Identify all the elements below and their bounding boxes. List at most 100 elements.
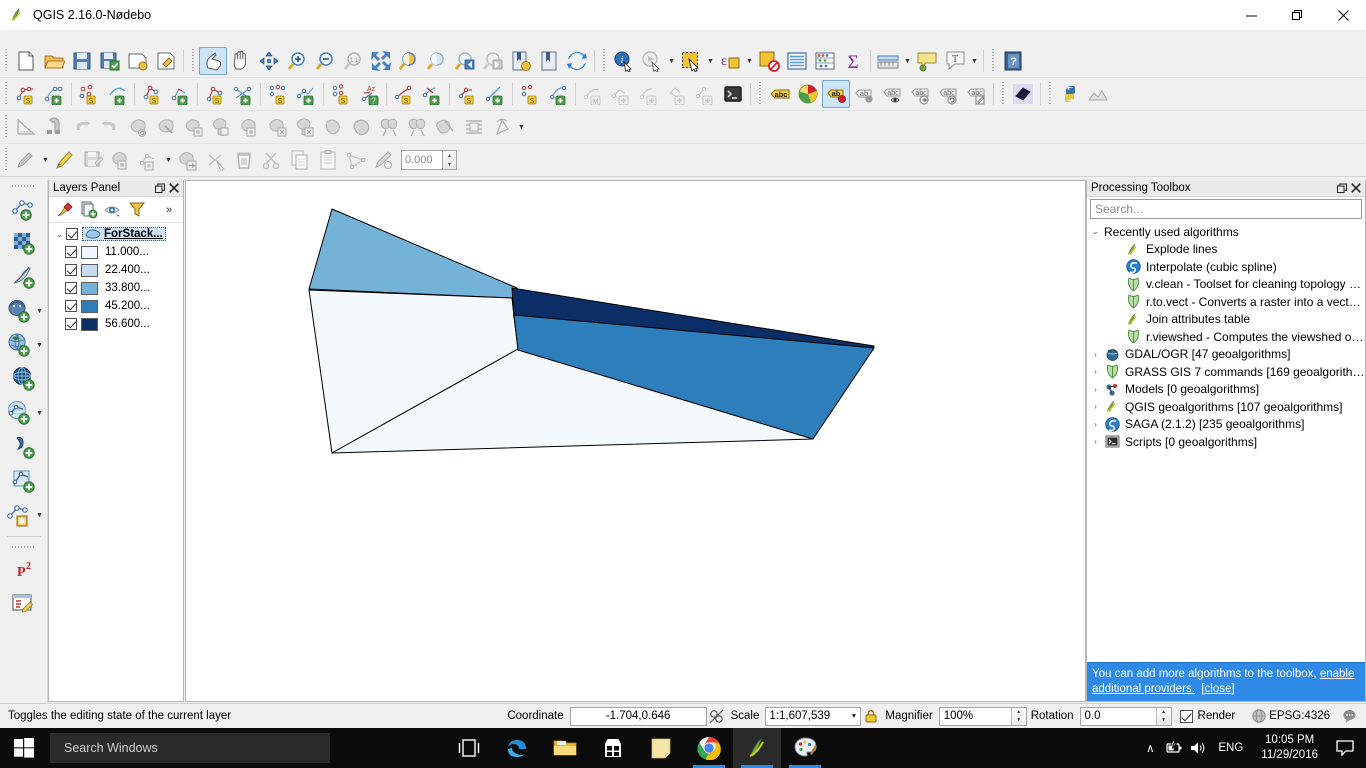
pan-to-selection-icon[interactable]	[255, 47, 283, 75]
toolbar-grip[interactable]	[989, 49, 997, 73]
toolbar-grip[interactable]	[756, 82, 764, 106]
cad-line-add-icon[interactable]	[481, 80, 509, 108]
cad-mesh-disabled-icon[interactable]	[663, 80, 691, 108]
chevron-down-icon[interactable]: ▼	[40, 146, 51, 174]
style-manager-icon[interactable]	[53, 199, 77, 221]
refresh-bookmarks-icon[interactable]	[507, 47, 535, 75]
style-manager-icon[interactable]	[794, 80, 822, 108]
clock[interactable]: 10:05 PM 11/29/2016	[1251, 733, 1328, 763]
simplify-feature-icon[interactable]	[152, 113, 180, 141]
zoom-to-selection-icon[interactable]	[395, 47, 423, 75]
windows-start-icon[interactable]	[0, 728, 48, 768]
open-project-icon[interactable]	[40, 47, 68, 75]
rotate-point-symbols-icon[interactable]	[488, 113, 516, 141]
python-console-icon[interactable]	[1056, 80, 1084, 108]
rotation-spinbox[interactable]: 0.0 ▲ ▼	[1079, 706, 1172, 726]
select-features-icon[interactable]	[677, 47, 705, 75]
digitizing-tolerance-spinner[interactable]: ▲ ▼	[443, 150, 457, 170]
cad-curve-add-icon[interactable]	[544, 80, 572, 108]
chevron-right-icon[interactable]: ›	[1087, 402, 1104, 411]
toolbar-grip[interactable]	[2, 115, 10, 139]
fill-ring-icon[interactable]	[236, 113, 264, 141]
tree-item-join-attributes-table[interactable]: Join attributes table	[1087, 311, 1365, 329]
projection-icon[interactable]	[1249, 706, 1269, 726]
magnifier-stepper[interactable]: ▲ ▼	[1010, 707, 1026, 725]
add-group-icon[interactable]	[77, 199, 101, 221]
chevron-down-icon[interactable]: ▼	[744, 47, 755, 75]
show-hidden-icons-icon[interactable]: ∧	[1138, 741, 1162, 755]
chevron-down-icon[interactable]: ▼	[35, 410, 45, 417]
run-feature-action-icon[interactable]	[638, 47, 666, 75]
coordinate-input[interactable]: -1.704,0.646	[569, 706, 707, 726]
chevron-right-icon[interactable]: ›	[1087, 350, 1104, 359]
pin-labels-icon[interactable]: ab	[850, 80, 878, 108]
maximize-restore-button[interactable]	[1274, 0, 1320, 30]
cut-features-icon[interactable]	[258, 146, 286, 174]
cad-polyline-disabled-icon[interactable]	[607, 80, 635, 108]
chevron-down-icon[interactable]: ▼	[163, 146, 174, 174]
rotation-stepper[interactable]: ▲ ▼	[1155, 707, 1171, 725]
search-windows-input[interactable]: Search Windows	[50, 733, 330, 763]
chevron-down-icon[interactable]: ▼	[35, 342, 45, 349]
symbol-visibility-checkbox[interactable]	[65, 282, 77, 294]
copy-features-icon[interactable]	[286, 146, 314, 174]
cad-polyline-add-icon[interactable]	[292, 80, 320, 108]
new-bookmark-icon[interactable]	[535, 47, 563, 75]
node-tool-icon[interactable]	[135, 146, 163, 174]
add-vector-tile-layer-icon[interactable]	[8, 465, 40, 497]
legend-symbol-row[interactable]: 22.400...	[49, 261, 183, 279]
chevron-down-icon[interactable]: ▼	[35, 308, 45, 315]
render-checkbox[interactable]	[1179, 709, 1193, 723]
chevron-right-icon[interactable]: ›	[1087, 385, 1104, 394]
tree-group-scripts[interactable]: › Scripts [0 geoalgorithms]	[1087, 433, 1365, 451]
chevron-down-icon[interactable]: ▼	[969, 47, 980, 75]
cad-console-icon[interactable]	[719, 80, 747, 108]
symbol-visibility-checkbox[interactable]	[65, 318, 77, 330]
show-hide-labels-icon[interactable]: abc	[878, 80, 906, 108]
scale-combobox[interactable]: 1:1,607,539 ▼	[765, 706, 862, 726]
save-project-as-icon[interactable]	[96, 47, 124, 75]
close-button[interactable]	[1320, 0, 1366, 30]
open-attribute-table-icon[interactable]	[783, 47, 811, 75]
layers-panel-close-button[interactable]	[167, 181, 181, 195]
battery-icon[interactable]	[1162, 741, 1186, 755]
magnifier-spinbox[interactable]: 100% ▲ ▼	[938, 706, 1027, 726]
cad-points-s-icon[interactable]: S	[75, 80, 103, 108]
microsoft-store-icon[interactable]	[589, 728, 637, 768]
messages-icon[interactable]	[1340, 706, 1360, 726]
filter-legend-icon[interactable]	[125, 199, 149, 221]
minimize-button[interactable]	[1228, 0, 1274, 30]
file-explorer-icon[interactable]	[541, 728, 589, 768]
pan-map-touch-icon[interactable]	[199, 47, 227, 75]
digitizing-tolerance-field[interactable]: 0.000	[401, 150, 443, 170]
zoom-in-icon[interactable]	[283, 47, 311, 75]
split-features-icon[interactable]	[376, 113, 404, 141]
composer-manager-icon[interactable]	[152, 47, 180, 75]
cad-cross-add-icon[interactable]	[229, 80, 257, 108]
toolbar-grip[interactable]	[600, 49, 608, 73]
processing-algorithm-tree[interactable]: ⌄ Recently used algorithms Explode lines…	[1087, 221, 1365, 662]
new-print-composer-icon[interactable]	[124, 47, 152, 75]
pan-map-icon[interactable]	[227, 47, 255, 75]
chevron-right-icon[interactable]: ›	[1087, 420, 1104, 429]
legend-symbol-row[interactable]: 56.600...	[49, 315, 183, 333]
cad-dock-icon[interactable]	[12, 113, 40, 141]
expand-more-icon[interactable]: »	[157, 199, 181, 221]
zoom-native-icon[interactable]: 1:1	[339, 47, 367, 75]
vertex-tool-all-layers-icon[interactable]	[342, 146, 370, 174]
lock-scale-icon[interactable]	[861, 706, 881, 726]
cad-azimuth-icon[interactable]: Az?	[355, 80, 383, 108]
offset-curve-icon[interactable]	[348, 113, 376, 141]
deselect-features-icon[interactable]	[755, 47, 783, 75]
coordinate-toggle-icon[interactable]	[707, 706, 727, 726]
new-shapefile-layer-icon[interactable]	[8, 193, 40, 225]
cad-segment-s-icon[interactable]: S	[390, 80, 418, 108]
save-project-icon[interactable]	[68, 47, 96, 75]
task-view-icon[interactable]	[445, 728, 493, 768]
map-tips-icon[interactable]	[913, 47, 941, 75]
tree-item-interpolate-cubic-spline[interactable]: Interpolate (cubic spline)	[1087, 258, 1365, 276]
new-spatialite-layer-icon[interactable]	[8, 227, 40, 259]
toolbar-grip[interactable]	[1046, 82, 1054, 106]
chevron-down-icon[interactable]: ▼	[902, 47, 913, 75]
change-label-icon[interactable]: abc	[962, 80, 990, 108]
